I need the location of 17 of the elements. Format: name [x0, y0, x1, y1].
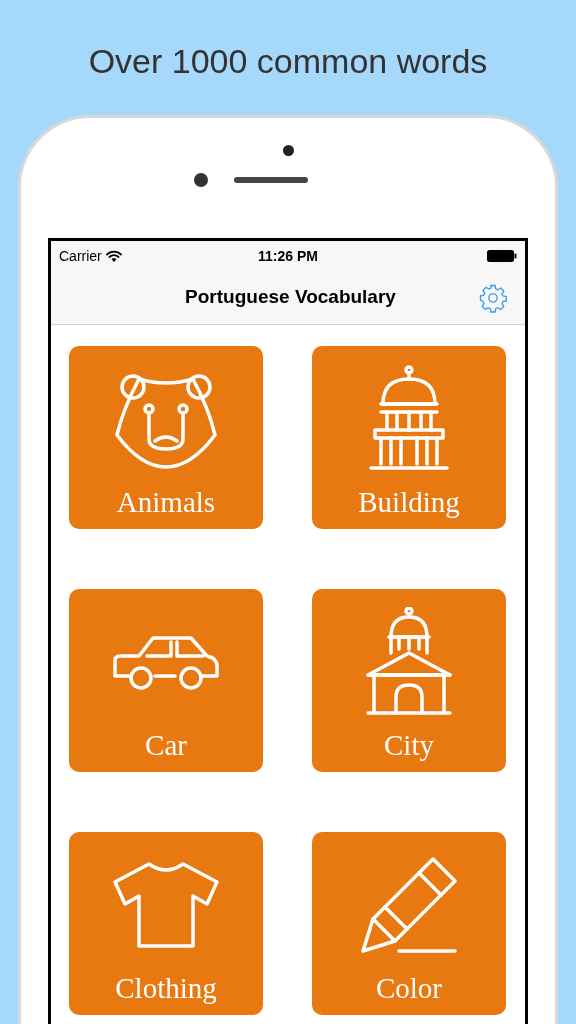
headline: Over 1000 common words [88, 44, 488, 78]
category-tile[interactable]: Animals [69, 346, 263, 529]
category-tile[interactable]: Building [312, 346, 506, 529]
category-tile[interactable]: Clothing [69, 832, 263, 1015]
battery-icon [487, 250, 517, 262]
carrier-name: Carrier [59, 246, 102, 266]
t-shirt-icon [111, 860, 221, 950]
wifi-icon [105, 250, 122, 262]
crayon-icon [359, 855, 459, 955]
category-tile[interactable]: Car [69, 589, 263, 772]
screen-title: Portuguese Vocabulary [184, 285, 397, 310]
category-tile[interactable]: City [312, 589, 506, 772]
settings-icon[interactable] [478, 282, 508, 313]
camera-lens [193, 173, 208, 187]
category-tile[interactable]: Color [312, 832, 506, 1015]
domed-hall-icon [364, 607, 454, 717]
clock-time: 11:26 PM [257, 246, 319, 266]
